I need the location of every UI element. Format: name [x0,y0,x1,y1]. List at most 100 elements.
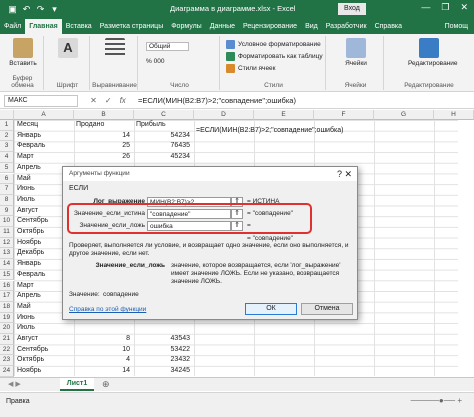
row-header[interactable]: 22 [0,344,14,356]
formula-input[interactable]: =ЕСЛИ(МИН(B2:B7)>2;"совпадение";ошибка) [138,96,296,105]
tab-home[interactable]: Главная [25,19,62,34]
cell-d2-formula[interactable]: =ЕСЛИ(МИН(B2:B7)>2;"совпадение";ошибка) [194,127,345,134]
tab-view[interactable]: Вид [301,19,322,34]
column-header[interactable]: B [74,110,134,120]
redo-icon[interactable]: ↷ [36,5,45,14]
sheet-tab-list1[interactable]: Лист1 [60,378,94,391]
add-sheet-icon[interactable]: ⊕ [102,379,110,390]
insert-function-icon[interactable]: fx [120,96,126,105]
font-button[interactable]: A [51,38,85,60]
column-header[interactable]: G [374,110,434,120]
tab-review[interactable]: Рецензирование [239,19,301,34]
row-header[interactable]: 17 [0,291,14,302]
cell-month[interactable]: Октябрь [15,355,73,366]
cell-sold[interactable]: 14 [74,131,132,142]
row-header[interactable]: 24 [0,366,14,377]
cell-sold[interactable]: Продано [74,120,132,131]
enter-formula-icon[interactable]: ✓ [105,96,112,105]
select-all-corner[interactable] [0,110,14,120]
tab-insert[interactable]: Вставка [62,19,96,34]
cell-sold[interactable]: 10 [74,345,132,356]
format-as-table-button[interactable]: Форматировать как таблицу [226,52,323,61]
row-header[interactable]: 15 [0,269,14,281]
cell-month[interactable]: Сентябрь [15,345,73,356]
column-header[interactable]: A [14,110,74,120]
undo-icon[interactable]: ↶ [22,5,31,14]
column-header[interactable]: C [134,110,194,120]
tell-me-button[interactable]: Помощ [445,19,468,34]
cell-profit[interactable]: 76435 [134,141,192,152]
number-format-select[interactable]: Общий [146,42,190,51]
row-header[interactable]: 3 [0,141,14,153]
name-box[interactable]: МАКС [4,94,78,107]
tab-file[interactable]: Файл [0,19,25,34]
row-header[interactable]: 13 [0,248,14,260]
cell-sold[interactable]: 4 [74,355,132,366]
cell-profit[interactable]: 54234 [134,131,192,142]
cell-sold[interactable]: 25 [74,141,132,152]
cell-profit[interactable]: Прибыль [134,120,192,131]
editing-button[interactable]: Редактирование [408,38,458,67]
cell-month[interactable]: Февраль [15,141,73,152]
row-header[interactable]: 9 [0,205,14,217]
cell-month[interactable]: Месяц [15,120,73,131]
dialog-close-button[interactable]: ? ✕ [337,167,352,181]
paste-button[interactable]: Вставить [6,38,40,67]
row-header[interactable]: 14 [0,259,14,270]
row-header[interactable]: 20 [0,323,14,334]
row-header[interactable]: 4 [0,152,14,163]
row-header[interactable]: 7 [0,184,14,195]
row-header[interactable]: 11 [0,227,14,238]
column-header[interactable]: E [254,110,314,120]
row-header[interactable]: 16 [0,280,14,292]
row-header[interactable]: 8 [0,194,14,206]
ok-button[interactable]: ОК [245,303,297,315]
minimize-button[interactable]: — [421,2,430,13]
cell-month[interactable]: Июль [15,323,73,334]
tab-page-layout[interactable]: Разметка страницы [96,19,168,34]
row-header[interactable]: 18 [0,301,14,313]
row-header[interactable]: 6 [0,173,14,185]
row-header[interactable]: 10 [0,216,14,227]
alignment-button[interactable] [98,38,132,60]
cell-profit[interactable]: 43543 [134,334,192,345]
customize-qat-icon[interactable]: ▾ [50,5,59,14]
cell-profit[interactable] [134,323,192,334]
restore-button[interactable]: ❐ [441,2,449,13]
row-header[interactable]: 12 [0,237,14,249]
cell-sold[interactable]: 14 [74,366,132,377]
column-header[interactable]: F [314,110,374,120]
row-header[interactable]: 1 [0,120,14,131]
login-button[interactable]: Вход [338,3,366,15]
cell-month[interactable]: Ноябрь [15,366,73,377]
cell-month[interactable]: Март [15,152,73,163]
save-icon[interactable]: ▣ [8,5,17,14]
close-button[interactable]: ✕ [460,2,468,13]
conditional-formatting-button[interactable]: Условное форматирование [226,40,321,49]
cell-profit[interactable]: 34245 [134,366,192,377]
tab-formulas[interactable]: Формулы [167,19,205,34]
row-header[interactable]: 21 [0,334,14,345]
cell-profit[interactable]: 23432 [134,355,192,366]
help-link[interactable]: Справка по этой функции [69,306,146,313]
cells-button[interactable]: Ячейки [339,38,373,67]
cell-styles-button[interactable]: Стили ячеек [226,64,276,73]
tab-data[interactable]: Данные [206,19,239,34]
row-header[interactable]: 2 [0,130,14,142]
cell-profit[interactable]: 45234 [134,152,192,163]
cancel-formula-icon[interactable]: ✕ [90,96,97,105]
tab-help[interactable]: Справка [371,19,406,34]
cell-profit[interactable]: 53422 [134,345,192,356]
column-header[interactable]: D [194,110,254,120]
tab-developer[interactable]: Разработчик [322,19,371,34]
zoom-control[interactable]: ─────●── + [411,396,462,405]
cell-sold[interactable]: 8 [74,334,132,345]
percent-format-row[interactable]: % 000 [146,58,164,65]
row-header[interactable]: 19 [0,312,14,324]
cell-sold[interactable]: 26 [74,152,132,163]
row-header[interactable]: 23 [0,355,14,367]
cancel-button[interactable]: Отмена [301,303,353,315]
column-header[interactable]: H [434,110,474,120]
row-header[interactable]: 5 [0,162,14,174]
cell-month[interactable]: Январь [15,131,73,142]
